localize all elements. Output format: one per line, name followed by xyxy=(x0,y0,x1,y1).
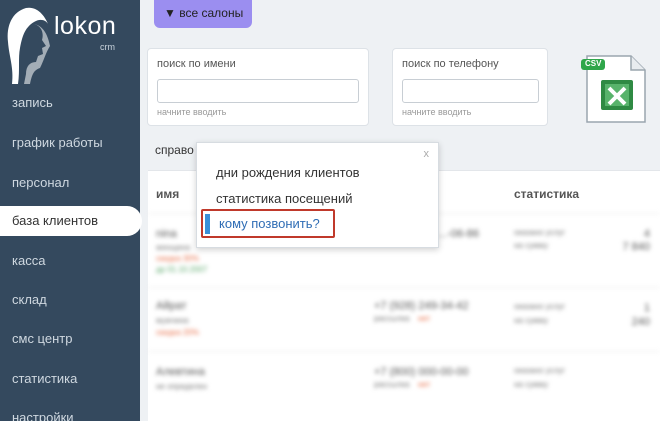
sms-flag: нет xyxy=(418,314,431,323)
table-row[interactable]: Айрат мужчина скидка 20% +7 (928) 249-34… xyxy=(148,287,660,351)
client-phone: ...-06-86 xyxy=(438,228,479,240)
sidebar-item-schedule[interactable]: график работы xyxy=(0,128,140,158)
search-phone-label: поиск по телефону xyxy=(402,58,499,70)
sidebar: lokon crm запись график работы персонал … xyxy=(0,0,142,421)
client-discount: скидка 20% xyxy=(156,328,199,337)
sidebar-item-settings[interactable]: настройки xyxy=(0,403,140,421)
popup-close-button[interactable]: x xyxy=(424,148,430,160)
logo-text: lokon xyxy=(54,12,117,40)
sidebar-item-staff[interactable]: персонал xyxy=(0,168,140,198)
stats-sum-value: 240 xyxy=(631,316,650,328)
search-name-label: поиск по имени xyxy=(157,58,236,70)
stats-sum-label: на сумму xyxy=(514,380,549,389)
menu-item-visit-stats[interactable]: статистика посещений xyxy=(216,191,352,206)
client-gender: женщина xyxy=(156,243,191,252)
stats-services-label: оказано услуг xyxy=(514,228,566,237)
stats-services-label: оказано услуг xyxy=(514,366,566,375)
sms-label: рассылка xyxy=(374,380,410,389)
client-gender: мужчина xyxy=(156,316,189,325)
sidebar-item-sms[interactable]: смс центр xyxy=(0,324,140,354)
column-header-stats: статистика xyxy=(514,187,580,201)
client-name: nina xyxy=(156,228,177,240)
logo-face-icon xyxy=(7,7,50,85)
logo[interactable]: lokon crm xyxy=(0,0,140,88)
sms-label: рассылка xyxy=(374,314,410,323)
client-name: Айрат xyxy=(156,300,187,312)
sidebar-item-booking[interactable]: запись xyxy=(0,88,140,118)
stats-sum-value: 7 840 xyxy=(622,241,650,253)
sidebar-item-cash[interactable]: касса xyxy=(0,246,140,276)
sms-flag: нет xyxy=(418,380,431,389)
search-name-input[interactable] xyxy=(157,79,359,103)
search-name-hint: начните вводить xyxy=(157,107,227,117)
search-phone-hint: начните вводить xyxy=(402,107,472,117)
table-row[interactable]: Алевтина не определен +7 (800) 000-00-00… xyxy=(148,351,660,407)
selection-bar xyxy=(205,214,210,234)
reports-popup-menu: x дни рождения клиентов статистика посещ… xyxy=(196,142,439,248)
logo-subtitle: crm xyxy=(100,42,115,52)
client-gender: не определен xyxy=(156,382,207,391)
client-name: Алевтина xyxy=(156,366,205,378)
salon-filter-button[interactable]: ▼ все салоны xyxy=(154,0,252,28)
stats-services-count: 4 xyxy=(643,228,650,240)
client-discount: скидка 30% xyxy=(156,254,199,263)
stats-services-count: 1 xyxy=(643,302,650,314)
stats-sum-label: на сумму xyxy=(514,241,549,250)
sidebar-item-clients[interactable]: база клиентов xyxy=(0,206,142,236)
search-phone-card: поиск по телефону начните вводить xyxy=(392,48,548,126)
stats-sum-label: на сумму xyxy=(514,316,549,325)
search-name-card: поиск по имени начните вводить xyxy=(147,48,369,126)
search-phone-input[interactable] xyxy=(402,79,539,103)
sidebar-item-statistics[interactable]: статистика xyxy=(0,364,140,394)
client-phone: +7 (800) 000-00-00 xyxy=(374,366,469,378)
stats-services-label: оказано услуг xyxy=(514,302,566,311)
client-birthday: др 01.10.2007 xyxy=(156,265,208,274)
client-phone: +7 (928) 249-34-42 xyxy=(374,300,469,312)
sidebar-item-warehouse[interactable]: склад xyxy=(0,285,140,315)
menu-item-whom-to-call[interactable]: кому позвонить? xyxy=(219,216,320,231)
column-header-name: имя xyxy=(156,187,180,201)
reports-link[interactable]: справо xyxy=(155,143,194,157)
menu-item-birthdays[interactable]: дни рождения клиентов xyxy=(216,165,360,180)
csv-badge: CSV xyxy=(585,59,602,68)
csv-export-button[interactable]: CSV xyxy=(581,50,649,124)
